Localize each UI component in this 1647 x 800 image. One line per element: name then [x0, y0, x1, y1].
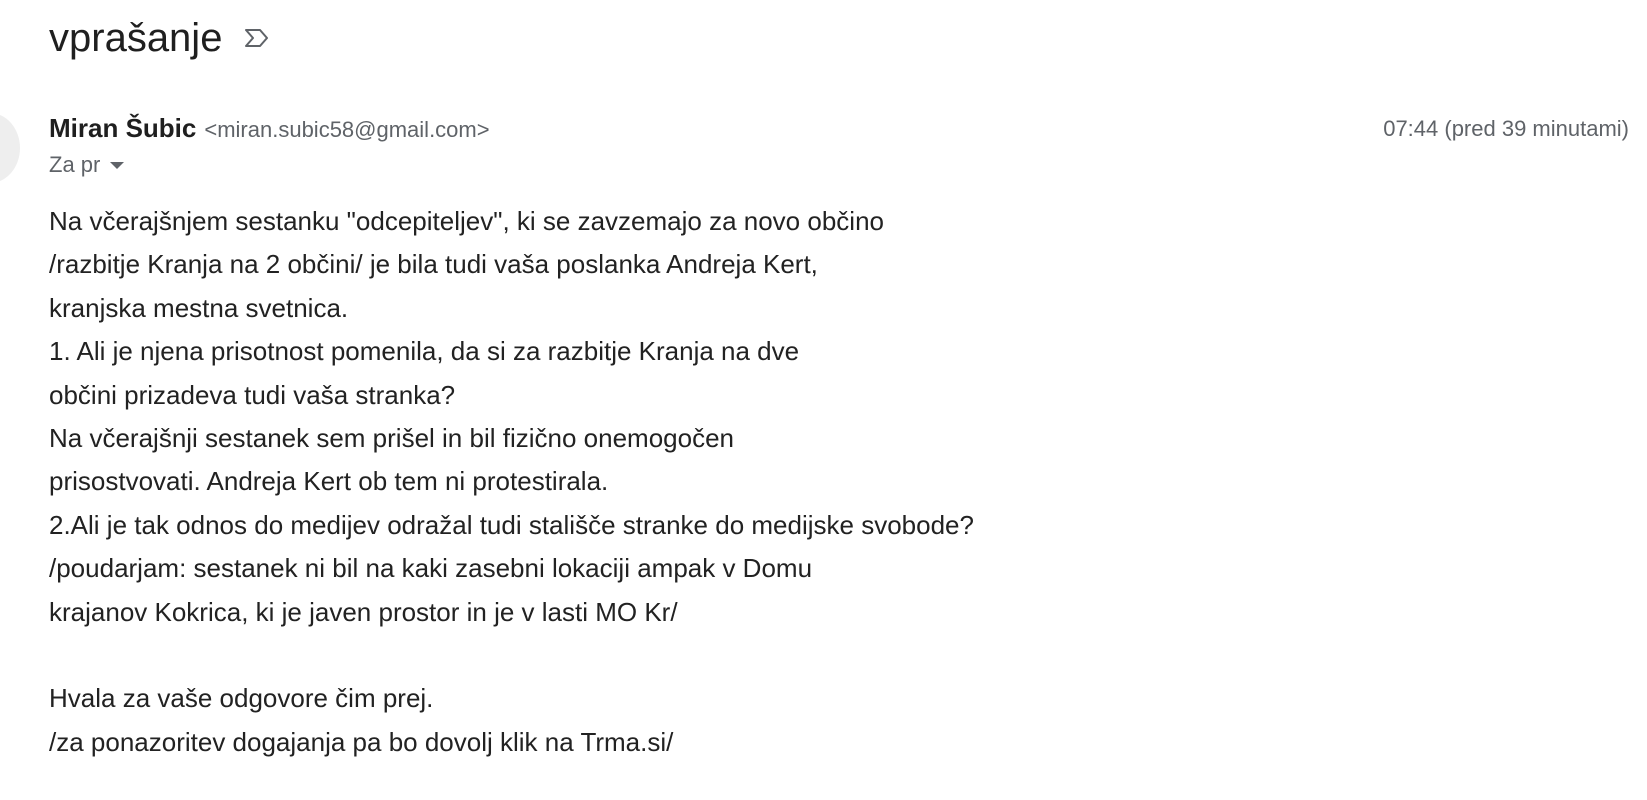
subject-row: vprašanje — [49, 8, 272, 68]
email-body: Na včerajšnjem sestanku "odcepiteljev", … — [49, 200, 974, 764]
label-outline-icon[interactable] — [242, 26, 272, 50]
email-body-line: občini prizadeva tudi vaša stranka? — [49, 379, 456, 410]
email-body-line: krajanov Kokrica, ki je javen prostor in… — [49, 596, 678, 627]
email-body-line — [49, 634, 974, 677]
sender-email[interactable]: <miran.subic58@gmail.com> — [204, 117, 489, 143]
email-body-line: /za ponazoritev dogajanja pa bo dovolj k… — [49, 726, 674, 757]
recipients-label: Za pr — [49, 152, 101, 177]
email-body-line: Na včerajšnji sestanek sem prišel in bil… — [49, 422, 734, 453]
sender-info: Miran Šubic <miran.subic58@gmail.com> — [49, 113, 490, 147]
email-body-line: /poudarjam: sestanek ni bil na kaki zase… — [49, 553, 813, 584]
sender-name[interactable]: Miran Šubic — [49, 113, 196, 144]
email-body-line: Na včerajšnjem sestanku "odcepiteljev", … — [49, 206, 884, 236]
email-body-line: kranjska mestna svetnica. — [49, 292, 349, 323]
email-body-line: /razbitje Kranja na 2 občini/ je bila tu… — [49, 249, 818, 280]
email-body-line: 2.Ali je tak odnos do medijev odražal tu… — [49, 509, 974, 540]
chevron-down-icon[interactable] — [110, 161, 125, 169]
email-body-line: prisostvovati. Andreja Kert ob tem ni pr… — [49, 466, 609, 497]
recipients-toggle[interactable]: Za pr — [49, 152, 125, 178]
email-timestamp: 07:44 (pred 39 minutami) — [1383, 116, 1629, 141]
email-body-line: 1. Ali je njena prisotnost pomenila, da … — [49, 336, 800, 367]
email-body-line: Hvala za vaše odgovore čim prej. — [49, 683, 434, 714]
email-subject: vprašanje — [49, 16, 223, 60]
avatar[interactable] — [0, 113, 20, 183]
email-view: vprašanje Miran Šubic <miran.subic58@gma… — [0, 0, 1647, 800]
